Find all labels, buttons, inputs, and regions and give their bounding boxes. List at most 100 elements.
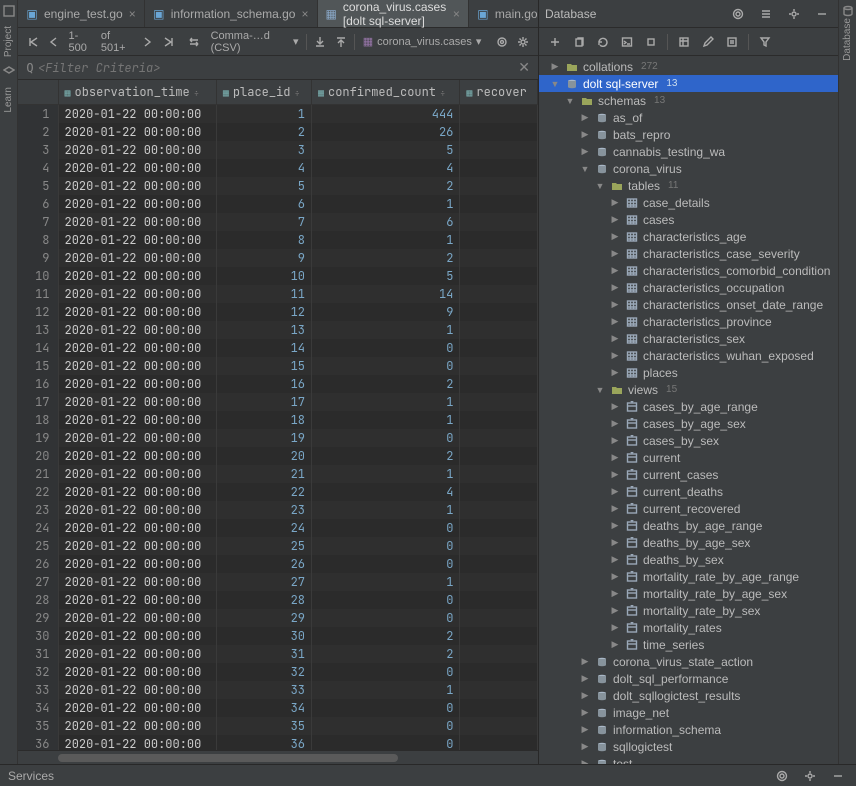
column-header-recover[interactable]: ▦recover: [460, 80, 538, 105]
tree-twistie[interactable]: [579, 707, 591, 718]
cell-place-id[interactable]: 12: [216, 303, 311, 321]
tree-item[interactable]: information_schema: [539, 721, 838, 738]
cell-recover[interactable]: [460, 195, 538, 213]
tree-twistie[interactable]: [579, 656, 591, 667]
cell-place-id[interactable]: 7: [216, 213, 311, 231]
cell-confirmed-count[interactable]: 0: [311, 699, 459, 717]
tree-twistie[interactable]: [609, 503, 621, 514]
tree-item[interactable]: characteristics_sex: [539, 330, 838, 347]
cell-confirmed-count[interactable]: 2: [311, 375, 459, 393]
cell-recover[interactable]: [460, 267, 538, 285]
cell-observation-time[interactable]: 2020-01-22 00:00:00: [58, 321, 216, 339]
cell-confirmed-count[interactable]: 26: [311, 123, 459, 141]
cell-observation-time[interactable]: 2020-01-22 00:00:00: [58, 267, 216, 285]
tree-twistie[interactable]: [609, 367, 621, 378]
cell-place-id[interactable]: 5: [216, 177, 311, 195]
tree-twistie[interactable]: [579, 164, 591, 174]
tree-twistie[interactable]: [609, 639, 621, 650]
tree-item[interactable]: views15: [539, 381, 838, 398]
cell-confirmed-count[interactable]: 0: [311, 429, 459, 447]
table-row[interactable]: 172020-01-22 00:00:00171: [18, 393, 538, 411]
cell-observation-time[interactable]: 2020-01-22 00:00:00: [58, 465, 216, 483]
cell-confirmed-count[interactable]: 1: [311, 393, 459, 411]
table-row[interactable]: 22020-01-22 00:00:00226: [18, 123, 538, 141]
cell-recover[interactable]: [460, 159, 538, 177]
cell-recover[interactable]: [460, 501, 538, 519]
column-header-place-id[interactable]: ▦place_id÷: [216, 80, 311, 105]
cell-observation-time[interactable]: 2020-01-22 00:00:00: [58, 627, 216, 645]
cell-place-id[interactable]: 26: [216, 555, 311, 573]
tree-item[interactable]: image_net: [539, 704, 838, 721]
export-button[interactable]: [311, 32, 328, 52]
tree-twistie[interactable]: [564, 96, 576, 106]
table-row[interactable]: 42020-01-22 00:00:0044: [18, 159, 538, 177]
cell-observation-time[interactable]: 2020-01-22 00:00:00: [58, 141, 216, 159]
cell-confirmed-count[interactable]: 0: [311, 339, 459, 357]
db-ddl-button[interactable]: [722, 32, 742, 52]
cell-confirmed-count[interactable]: 444: [311, 105, 459, 124]
cell-confirmed-count[interactable]: 0: [311, 519, 459, 537]
table-row[interactable]: 152020-01-22 00:00:00150: [18, 357, 538, 375]
table-row[interactable]: 352020-01-22 00:00:00350: [18, 717, 538, 735]
table-row[interactable]: 302020-01-22 00:00:00302: [18, 627, 538, 645]
tree-item[interactable]: deaths_by_age_range: [539, 517, 838, 534]
tree-item[interactable]: dolt_sqllogictest_results: [539, 687, 838, 704]
cell-observation-time[interactable]: 2020-01-22 00:00:00: [58, 681, 216, 699]
tree-item[interactable]: dolt sql-server13: [539, 75, 838, 92]
database-tool-icon[interactable]: [841, 4, 855, 18]
table-row[interactable]: 252020-01-22 00:00:00250: [18, 537, 538, 555]
cell-confirmed-count[interactable]: 6: [311, 213, 459, 231]
tree-item[interactable]: characteristics_wuhan_exposed: [539, 347, 838, 364]
cell-place-id[interactable]: 35: [216, 717, 311, 735]
column-header-confirmed-count[interactable]: ▦confirmed_count÷: [311, 80, 459, 105]
tree-twistie[interactable]: [609, 333, 621, 344]
cell-confirmed-count[interactable]: 0: [311, 717, 459, 735]
tree-item[interactable]: mortality_rate_by_age_range: [539, 568, 838, 585]
cell-confirmed-count[interactable]: 14: [311, 285, 459, 303]
db-data-button[interactable]: [674, 32, 694, 52]
tree-twistie[interactable]: [579, 690, 591, 701]
tree-item[interactable]: current_cases: [539, 466, 838, 483]
data-grid[interactable]: ▦observation_time÷ ▦place_id÷ ▦confirmed…: [18, 80, 538, 750]
cell-recover[interactable]: [460, 249, 538, 267]
tree-item[interactable]: tables11: [539, 177, 838, 194]
tree-item[interactable]: cases_by_sex: [539, 432, 838, 449]
cell-recover[interactable]: [460, 519, 538, 537]
cell-recover[interactable]: [460, 321, 538, 339]
tree-item[interactable]: characteristics_occupation: [539, 279, 838, 296]
services-label[interactable]: Services: [8, 769, 54, 783]
cell-recover[interactable]: [460, 627, 538, 645]
cell-observation-time[interactable]: 2020-01-22 00:00:00: [58, 483, 216, 501]
nav-last-button[interactable]: [160, 32, 177, 52]
cell-observation-time[interactable]: 2020-01-22 00:00:00: [58, 105, 216, 124]
table-row[interactable]: 322020-01-22 00:00:00320: [18, 663, 538, 681]
cell-observation-time[interactable]: 2020-01-22 00:00:00: [58, 717, 216, 735]
tree-item[interactable]: collations272: [539, 58, 838, 75]
cell-recover[interactable]: [460, 411, 538, 429]
cell-observation-time[interactable]: 2020-01-22 00:00:00: [58, 159, 216, 177]
cell-place-id[interactable]: 36: [216, 735, 311, 750]
settings-button[interactable]: [515, 32, 532, 52]
tree-item[interactable]: cases_by_age_range: [539, 398, 838, 415]
cell-observation-time[interactable]: 2020-01-22 00:00:00: [58, 429, 216, 447]
cell-place-id[interactable]: 3: [216, 141, 311, 159]
database-tool-button[interactable]: Database: [842, 18, 853, 61]
table-row[interactable]: 292020-01-22 00:00:00290: [18, 609, 538, 627]
table-row[interactable]: 262020-01-22 00:00:00260: [18, 555, 538, 573]
tree-item[interactable]: mortality_rate_by_age_sex: [539, 585, 838, 602]
tree-item[interactable]: bats_repro: [539, 126, 838, 143]
cell-observation-time[interactable]: 2020-01-22 00:00:00: [58, 285, 216, 303]
cell-place-id[interactable]: 25: [216, 537, 311, 555]
table-row[interactable]: 132020-01-22 00:00:00131: [18, 321, 538, 339]
services-settings-button[interactable]: [800, 766, 820, 786]
table-row[interactable]: 362020-01-22 00:00:00360: [18, 735, 538, 750]
tree-twistie[interactable]: [609, 622, 621, 633]
editor-tab[interactable]: ▣engine_test.go×: [18, 0, 145, 27]
table-row[interactable]: 92020-01-22 00:00:0092: [18, 249, 538, 267]
tree-twistie[interactable]: [579, 129, 591, 140]
filter-input[interactable]: [38, 60, 514, 76]
cell-confirmed-count[interactable]: 0: [311, 663, 459, 681]
table-row[interactable]: 222020-01-22 00:00:00224: [18, 483, 538, 501]
tree-twistie[interactable]: [609, 299, 621, 310]
db-filter-button[interactable]: [755, 32, 775, 52]
